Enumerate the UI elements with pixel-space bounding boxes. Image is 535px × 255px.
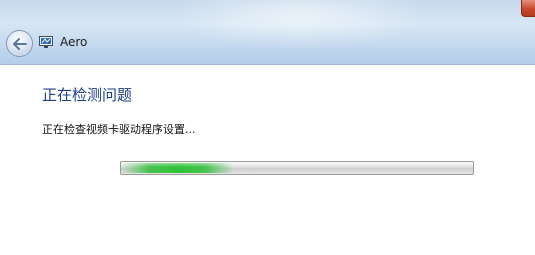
content-area: 正在检测问题 正在检查视频卡驱动程序设置... [0,65,535,255]
status-text: 正在检查视频卡驱动程序设置... [42,123,196,136]
progress-bar [120,161,474,175]
aero-monitor-icon [39,36,53,48]
back-button[interactable] [6,30,33,57]
troubleshooter-window: Aero 正在检测问题 正在检查视频卡驱动程序设置... [0,0,535,255]
page-heading: 正在检测问题 [42,86,133,104]
title-bar: Aero [0,0,535,65]
window-title: Aero [60,35,88,49]
title-bar-glow [170,0,430,50]
progress-shine [121,162,473,167]
back-arrow-icon [12,37,27,50]
close-button[interactable] [521,0,535,17]
